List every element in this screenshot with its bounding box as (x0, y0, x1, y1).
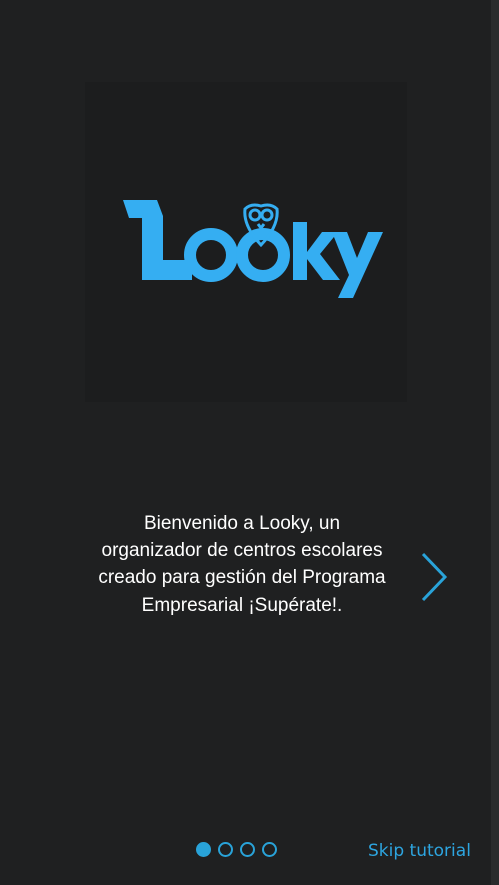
skip-tutorial-button[interactable]: Skip tutorial (368, 841, 471, 861)
logo-letter-o-2 (236, 228, 290, 282)
looky-logo (123, 200, 383, 298)
chevron-right-icon[interactable] (418, 550, 452, 604)
tutorial-screen: Bienvenido a Looky, un organizador de ce… (0, 0, 499, 885)
welcome-message: Bienvenido a Looky, un organizador de ce… (98, 513, 386, 616)
page-dot-4[interactable] (262, 842, 277, 857)
logo-letter-k (293, 222, 340, 280)
next-slide-button[interactable] (418, 550, 452, 604)
page-dot-2[interactable] (218, 842, 233, 857)
page-dot-1[interactable] (196, 842, 211, 857)
page-dot-3[interactable] (240, 842, 255, 857)
pagination-dots (196, 842, 277, 864)
logo-letter-l (123, 200, 192, 280)
scrollbar[interactable] (491, 0, 499, 885)
logo-letter-y (332, 232, 383, 298)
logo-letter-o-1 (184, 228, 238, 282)
logo-panel (85, 82, 407, 402)
